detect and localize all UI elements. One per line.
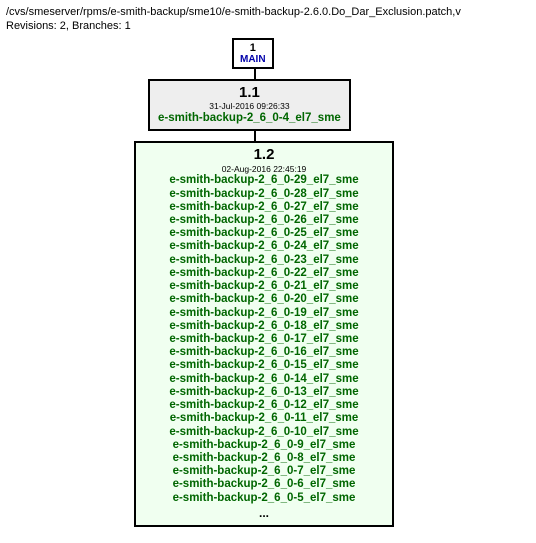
revision-date: 31-Jul-2016 09:26:33: [158, 102, 341, 112]
revision-tag: e-smith-backup-2_6_0-14_el7_sme: [144, 373, 384, 386]
revision-tag: e-smith-backup-2_6_0-20_el7_sme: [144, 293, 384, 306]
revision-tag: e-smith-backup-2_6_0-27_el7_sme: [144, 201, 384, 214]
revision-tag: e-smith-backup-2_6_0-22_el7_sme: [144, 267, 384, 280]
revision-tag: e-smith-backup-2_6_0-19_el7_sme: [144, 307, 384, 320]
revision-graph: 1 MAIN 1.1 31-Jul-2016 09:26:33 e-smith-…: [134, 38, 414, 527]
revision-node-1-1[interactable]: 1.1 31-Jul-2016 09:26:33 e-smith-backup-…: [148, 79, 351, 131]
revision-tag-list: e-smith-backup-2_6_0-29_el7_smee-smith-b…: [144, 174, 384, 504]
revision-tag: e-smith-backup-2_6_0-15_el7_sme: [144, 359, 384, 372]
revision-tag: e-smith-backup-2_6_0-7_el7_sme: [144, 465, 384, 478]
revision-tag: e-smith-backup-2_6_0-4_el7_sme: [158, 112, 341, 125]
revision-tag: e-smith-backup-2_6_0-5_el7_sme: [144, 492, 384, 505]
revision-tag: e-smith-backup-2_6_0-28_el7_sme: [144, 188, 384, 201]
revision-tag: e-smith-backup-2_6_0-23_el7_sme: [144, 254, 384, 267]
revision-tag: e-smith-backup-2_6_0-21_el7_sme: [144, 280, 384, 293]
branch-name: MAIN: [240, 54, 266, 65]
revision-tag: e-smith-backup-2_6_0-24_el7_sme: [144, 240, 384, 253]
connector-line: [254, 131, 256, 141]
revision-tag: e-smith-backup-2_6_0-18_el7_sme: [144, 320, 384, 333]
branch-number: 1: [240, 42, 266, 54]
branch-node[interactable]: 1 MAIN: [232, 38, 274, 69]
revision-tag: e-smith-backup-2_6_0-10_el7_sme: [144, 426, 384, 439]
file-path: /cvs/smeserver/rpms/e-smith-backup/sme10…: [6, 6, 530, 18]
revision-date: 02-Aug-2016 22:45:19: [144, 165, 384, 175]
revision-node-1-2[interactable]: 1.2 02-Aug-2016 22:45:19 e-smith-backup-…: [134, 141, 394, 526]
revision-tag: e-smith-backup-2_6_0-26_el7_sme: [144, 214, 384, 227]
revision-summary: Revisions: 2, Branches: 1: [6, 20, 530, 32]
revision-tag: e-smith-backup-2_6_0-6_el7_sme: [144, 478, 384, 491]
revision-tag: e-smith-backup-2_6_0-16_el7_sme: [144, 346, 384, 359]
revision-tag: e-smith-backup-2_6_0-12_el7_sme: [144, 399, 384, 412]
revision-tag: e-smith-backup-2_6_0-11_el7_sme: [144, 412, 384, 425]
revision-tag: e-smith-backup-2_6_0-17_el7_sme: [144, 333, 384, 346]
revision-tag: e-smith-backup-2_6_0-29_el7_sme: [144, 174, 384, 187]
revision-tag: e-smith-backup-2_6_0-13_el7_sme: [144, 386, 384, 399]
revision-tag: e-smith-backup-2_6_0-8_el7_sme: [144, 452, 384, 465]
revision-tag: e-smith-backup-2_6_0-9_el7_sme: [144, 439, 384, 452]
revision-number: 1.2: [144, 146, 384, 163]
more-indicator: ...: [144, 507, 384, 521]
connector-line: [254, 69, 256, 79]
revision-tag: e-smith-backup-2_6_0-25_el7_sme: [144, 227, 384, 240]
revision-number: 1.1: [158, 84, 341, 101]
